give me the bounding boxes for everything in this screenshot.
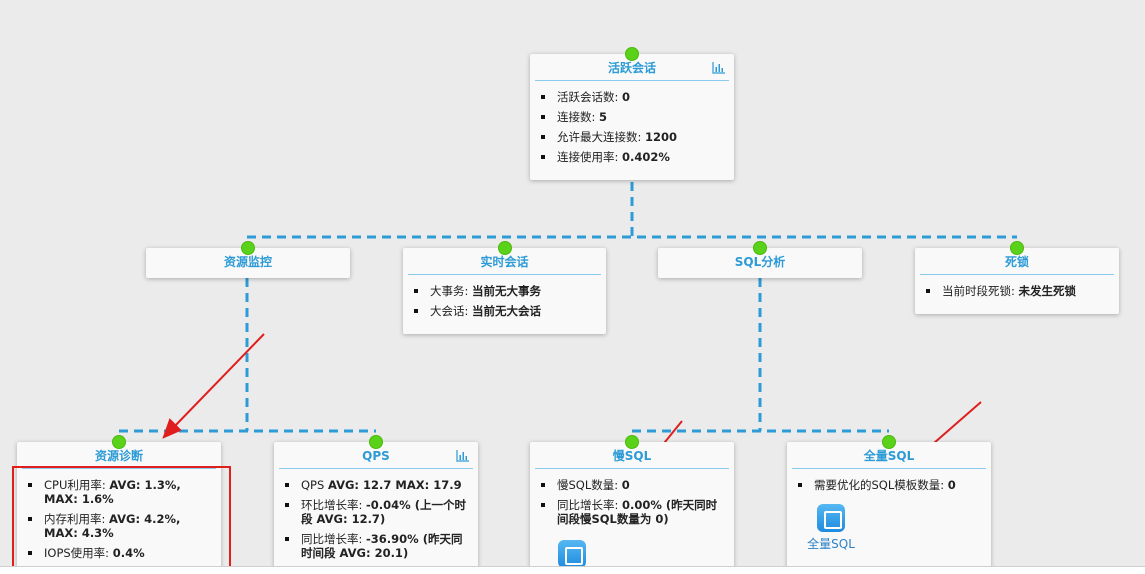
metric-list: 大事务: 当前无大事务 大会话: 当前无大会话 (403, 275, 606, 328)
metric-item: 大会话: 当前无大会话 (413, 304, 598, 318)
metric-item: 连接使用率: 0.402% (540, 150, 726, 164)
metric-list: QPS AVG: 12.7 MAX: 17.9 环比增长率: -0.04% (上… (274, 469, 478, 570)
metric-item: 活跃会话数: 0 (540, 90, 726, 104)
report-icon (558, 540, 586, 568)
node-title: QPS (279, 442, 473, 469)
node-title: 资源监控 (223, 255, 272, 269)
node-slow-sql[interactable]: 慢SQL 慢SQL数量: 0 同比增长率: 0.00% (昨天同时间段慢SQL数… (530, 435, 734, 574)
metric-item: 允许最大连接数: 1200 (540, 130, 726, 144)
metric-item: 环比增长率: -0.04% (上一个时段 AVG: 12.7) (284, 498, 470, 526)
node-title: 实时会话 (408, 248, 601, 275)
full-sql-link[interactable]: 全量SQL (805, 504, 857, 552)
full-sql-link-label: 全量SQL (807, 537, 855, 551)
node-active-sessions[interactable]: 活跃会话 活跃会话数: 0 连接数: 5 允许最大连接数: 1200 连接使用率… (530, 47, 734, 180)
metric-list: 当前时段死锁: 未发生死锁 (915, 275, 1119, 308)
metric-list: 需要优化的SQL模板数量: 0 (787, 469, 991, 502)
bottom-edge (0, 566, 1145, 574)
node-title: 死锁 (920, 248, 1114, 275)
node-full-sql[interactable]: 全量SQL 需要优化的SQL模板数量: 0 全量SQL (787, 435, 991, 574)
annotation-highlight-box (12, 466, 231, 570)
metric-list: 活跃会话数: 0 连接数: 5 允许最大连接数: 1200 连接使用率: 0.4… (530, 81, 734, 174)
node-title: SQL分析 (734, 255, 786, 269)
node-resource-monitor[interactable]: 资源监控 (146, 241, 350, 278)
report-icon (817, 504, 845, 532)
metric-item: 同比增长率: -36.90% (昨天同时间段 AVG: 20.1) (284, 532, 470, 560)
metric-item: 连接数: 5 (540, 110, 726, 124)
metric-item: 需要优化的SQL模板数量: 0 (797, 478, 983, 492)
metric-item: 同比增长率: 0.00% (昨天同时间段慢SQL数量为 0) (540, 498, 726, 526)
node-title: 全量SQL (792, 442, 986, 469)
node-sql-analysis[interactable]: SQL分析 (658, 241, 862, 278)
metric-item: 大事务: 当前无大事务 (413, 284, 598, 298)
node-deadlock[interactable]: 死锁 当前时段死锁: 未发生死锁 (915, 241, 1119, 314)
bar-chart-icon[interactable] (712, 62, 725, 74)
bar-chart-icon[interactable] (456, 450, 469, 462)
node-realtime-sessions[interactable]: 实时会话 大事务: 当前无大事务 大会话: 当前无大会话 (403, 241, 606, 334)
metric-item: QPS AVG: 12.7 MAX: 17.9 (284, 478, 470, 492)
node-title: 资源诊断 (22, 442, 216, 469)
node-qps[interactable]: QPS QPS AVG: 12.7 MAX: 17.9 环比增长率: -0.04… (274, 435, 478, 574)
node-title: 慢SQL (535, 442, 729, 469)
topology-canvas: 活跃会话 活跃会话数: 0 连接数: 5 允许最大连接数: 1200 连接使用率… (0, 0, 1145, 574)
metric-list: 慢SQL数量: 0 同比增长率: 0.00% (昨天同时间段慢SQL数量为 0) (530, 469, 734, 536)
metric-item: 慢SQL数量: 0 (540, 478, 726, 492)
annotation-arrow-1 (171, 333, 265, 430)
metric-item: 当前时段死锁: 未发生死锁 (925, 284, 1111, 298)
node-title: 活跃会话 (535, 54, 729, 81)
